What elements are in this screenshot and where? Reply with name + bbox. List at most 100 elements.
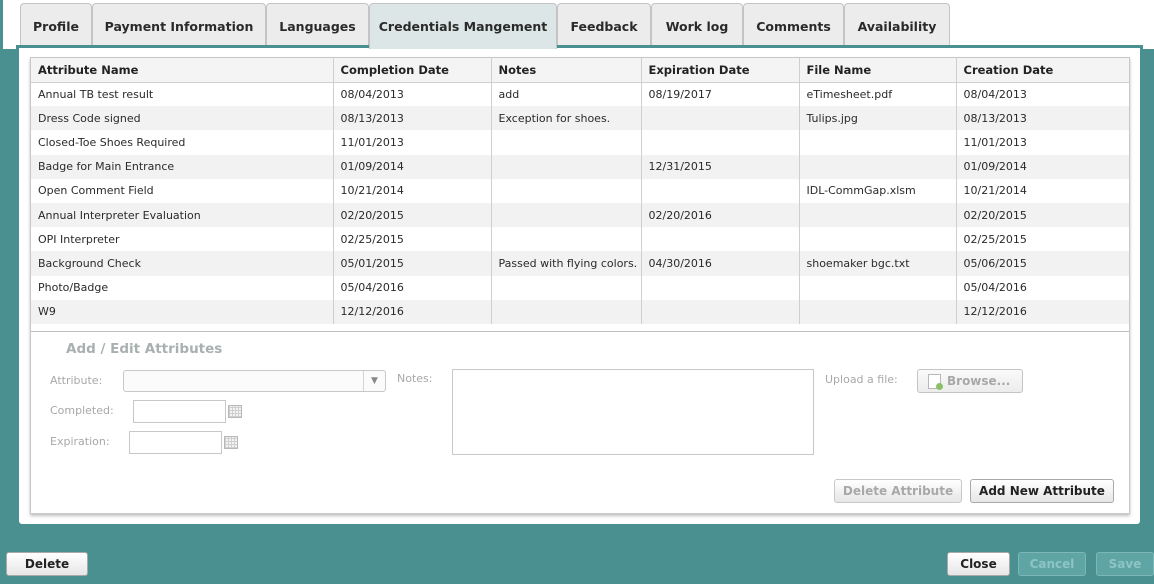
credentials-panel: Attribute Name Completion Date Notes Exp…: [30, 57, 1130, 514]
table-cell: 11/01/2013: [333, 130, 492, 155]
table-row[interactable]: Badge for Main Entrance 01/09/2014 12/31/2…: [31, 154, 1129, 179]
calendar-icon[interactable]: [224, 436, 238, 449]
form-title: Add / Edit Attributes: [66, 341, 223, 357]
cancel-button[interactable]: Cancel: [1018, 552, 1086, 576]
close-button[interactable]: Close: [947, 552, 1010, 576]
table-cell: 05/01/2015: [333, 251, 492, 276]
table-cell: [641, 106, 800, 131]
table-cell: IDL-CommGap.xlsm: [799, 178, 957, 203]
table-cell: 08/04/2013: [333, 82, 492, 107]
col-header-creation-date[interactable]: Creation Date: [956, 58, 1129, 83]
table-cell: 02/20/2016: [641, 202, 800, 228]
delete-attribute-button[interactable]: Delete Attribute: [834, 479, 962, 503]
table-cell: [641, 178, 800, 203]
left-stripe: [0, 0, 3, 49]
table-cell: Closed-Toe Shoes Required: [31, 130, 334, 155]
table-row[interactable]: Background Check 05/01/2015 Passed with fl…: [31, 251, 1129, 276]
tab-payment-information[interactable]: Payment Information: [92, 3, 266, 48]
table-cell: 08/04/2013: [963, 87, 1027, 101]
table-cell: 08/13/2013: [333, 106, 492, 131]
table-cell: [641, 227, 800, 252]
table-cell: [799, 130, 957, 155]
table-cell: [491, 178, 642, 203]
table-cell: Badge for Main Entrance: [31, 154, 334, 179]
table-cell: Photo/Badge: [31, 275, 334, 300]
col-header-file-name[interactable]: File Name: [799, 58, 957, 83]
col-header-attribute-name[interactable]: Attribute Name: [31, 58, 334, 83]
table-cell: 12/12/2016: [333, 299, 492, 324]
table-cell: [641, 275, 800, 300]
table-row[interactable]: Annual TB test result 08/04/2013 add 08/19/…: [31, 82, 1129, 107]
delete-button[interactable]: Delete: [6, 552, 88, 576]
table-cell: 02/20/2015: [333, 202, 492, 228]
table-cell: Annual TB test result: [31, 82, 334, 107]
save-button[interactable]: Save: [1096, 552, 1154, 576]
grid-header-row: Attribute Name Completion Date Notes Exp…: [31, 58, 1129, 83]
expiration-label: Expiration:: [50, 435, 110, 448]
notes-label: Notes:: [397, 372, 433, 385]
table-cell: 12/31/2015: [641, 154, 800, 179]
table-cell: 01/09/2014: [956, 154, 1129, 179]
upload-label: Upload a file:: [825, 373, 898, 386]
table-row[interactable]: W9 12/12/2016 12/12/2016: [31, 299, 1129, 324]
calendar-icon[interactable]: [228, 405, 242, 418]
table-cell: Tulips.jpg: [799, 106, 957, 131]
table-cell: [491, 299, 642, 324]
table-cell: 05/04/2016: [963, 281, 1027, 295]
table-row[interactable]: Photo/Badge 05/04/2016 05/04/2016: [31, 275, 1129, 300]
table-row[interactable]: Annual Interpreter Evaluation 02/20/2015 0…: [31, 202, 1129, 228]
add-new-attribute-button[interactable]: Add New Attribute: [970, 479, 1114, 503]
grid-body: Annual TB test result 08/04/2013 add 08/19/…: [31, 82, 1129, 324]
col-header-expiration-date[interactable]: Expiration Date: [641, 58, 800, 83]
table-cell: 08/13/2013: [956, 106, 1129, 131]
tab-availability[interactable]: Availability: [844, 3, 950, 48]
table-cell: Exception for shoes.: [491, 106, 642, 131]
attribute-label: Attribute:: [50, 374, 103, 387]
chevron-down-icon[interactable]: ▼: [363, 371, 385, 391]
table-cell: 10/21/2014: [963, 184, 1027, 198]
table-cell: W9: [31, 299, 334, 324]
browse-button[interactable]: Browse...: [917, 369, 1023, 393]
table-row[interactable]: Open Comment Field 10/21/2014 IDL-CommGap.…: [31, 178, 1129, 203]
table-cell: 12/12/2016: [956, 299, 1129, 324]
table-cell: Passed with flying colors.: [491, 251, 642, 276]
table-cell: Background Check: [31, 251, 334, 276]
attribute-select[interactable]: ▼: [123, 370, 386, 392]
table-cell: [799, 227, 957, 252]
table-cell: [491, 202, 642, 228]
table-cell: Open Comment Field: [31, 178, 334, 203]
notes-textarea[interactable]: [452, 369, 814, 455]
file-upload-icon: [928, 373, 943, 390]
table-cell: 08/19/2017: [641, 82, 800, 107]
table-row[interactable]: Dress Code signed 08/13/2013 Exception for…: [31, 106, 1129, 131]
table-cell: [491, 154, 642, 179]
table-cell: [491, 227, 642, 252]
table-cell: eTimesheet.pdf: [799, 82, 957, 107]
table-cell: 11/01/2013: [963, 135, 1027, 149]
table-cell: [799, 202, 957, 228]
table-cell: [641, 299, 800, 324]
table-row[interactable]: OPI Interpreter 02/25/2015 02/25/2015: [31, 227, 1129, 252]
tab-credentials-management[interactable]: Credentials Mangement: [369, 3, 557, 49]
table-cell: [799, 275, 957, 300]
expiration-date-input[interactable]: [129, 431, 222, 454]
table-row[interactable]: Closed-Toe Shoes Required 11/01/2013 11/01…: [31, 130, 1129, 155]
table-cell: 05/04/2016: [333, 275, 492, 300]
tab-languages[interactable]: Languages: [266, 3, 369, 48]
table-cell: [799, 299, 957, 324]
col-header-notes[interactable]: Notes: [491, 58, 642, 83]
table-cell: 01/09/2014: [333, 154, 492, 179]
completed-date-input[interactable]: [133, 400, 226, 423]
table-cell: add: [491, 82, 642, 107]
table-cell: [491, 275, 642, 300]
tab-profile[interactable]: Profile: [20, 3, 92, 48]
tab-feedback[interactable]: Feedback: [557, 3, 651, 48]
tab-work-log[interactable]: Work log: [651, 3, 743, 48]
completed-label: Completed:: [50, 404, 114, 417]
table-cell: 02/25/2015: [963, 232, 1027, 246]
tab-comments[interactable]: Comments: [743, 3, 844, 48]
table-cell: 04/30/2016: [641, 251, 800, 276]
table-cell: 05/06/2015: [956, 251, 1129, 276]
tab-bar: Profile Payment Information Languages Cr…: [0, 0, 1154, 49]
col-header-completion-date[interactable]: Completion Date: [333, 58, 492, 83]
